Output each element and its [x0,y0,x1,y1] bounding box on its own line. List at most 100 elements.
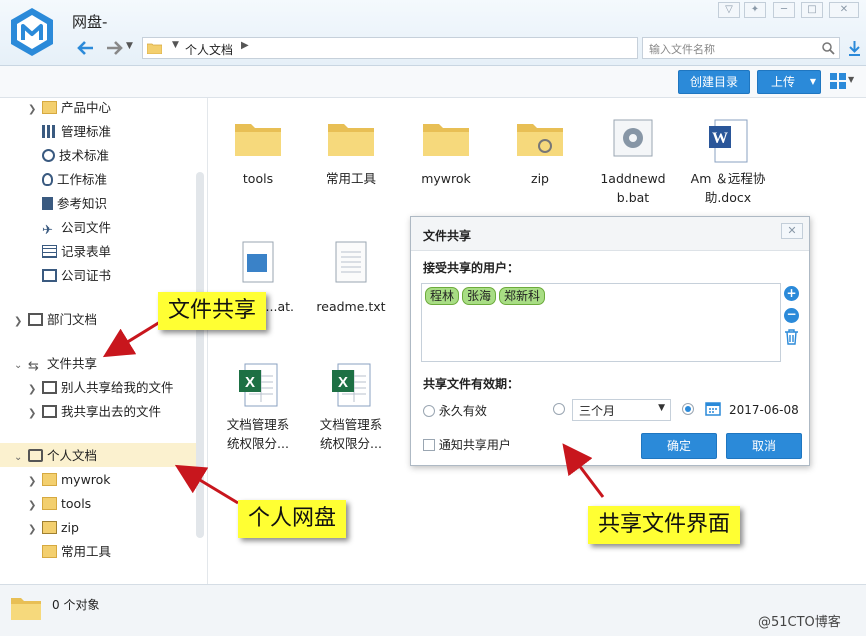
file-item-bat[interactable]: 1addnewdb.bat [587,118,679,207]
search-input[interactable]: 输入文件名称 [642,37,840,59]
expand-arrow-icon[interactable]: ❯ [28,495,42,517]
history-dropdown-icon[interactable]: ▼ [126,41,133,51]
sidebar-item-product-center[interactable]: ❯ 产品中心 [28,97,111,119]
sidebar-item-record-forms[interactable]: 记录表单 [42,241,111,263]
expand-arrow-icon[interactable]: ❯ [28,403,42,425]
share-icon: ⇆ [28,359,39,374]
users-box[interactable]: 程林 张海 郑新科 [421,283,781,362]
sidebar-item-label: 别人共享给我的文件 [61,380,174,395]
app-title: 网盘- [72,13,108,31]
sidebar-item-zip[interactable]: ❯ zip [28,517,79,539]
sidebar-item-shared-by-me[interactable]: ❯ 我共享出去的文件 [28,401,161,423]
add-user-icon[interactable]: + [784,286,799,301]
sidebar-item-label: mywrok [61,472,111,487]
svg-text:X: X [245,374,255,391]
collapse-arrow-icon[interactable]: ⌄ [14,447,28,469]
upload-label: 上传 [771,75,796,89]
sidebar-item-tools[interactable]: ❯ tools [28,493,91,515]
sidebar-item-technical-standard[interactable]: 技术标准 [42,145,109,167]
file-item-xlsx-2[interactable]: X 文档管理系统权限分... [305,362,397,453]
period-select[interactable]: 三个月 ▼ [572,399,671,421]
svg-text:W: W [712,130,728,147]
sidebar-item-label: 技术标准 [59,148,110,163]
sidebar-item-company-files[interactable]: ✈ 公司文件 [42,217,111,239]
dialog-title: 文件共享 [423,229,472,243]
file-item-zip[interactable]: zip [494,118,586,188]
maximize-button[interactable]: □ [801,2,823,18]
file-item-tools[interactable]: tools [212,118,304,188]
back-arrow-icon[interactable] [76,40,94,56]
sidebar-item-label: zip [61,520,79,535]
calendar-icon[interactable] [705,400,721,416]
upload-dropdown-icon[interactable]: ▼ [810,71,816,93]
dialog-close-icon[interactable]: ✕ [781,223,803,239]
notify-checkbox[interactable]: 通知共享用户 [423,436,511,453]
radio-date[interactable] [682,403,694,415]
user-tag[interactable]: 张海 [462,287,497,305]
book-icon [42,197,53,210]
file-item-docx[interactable]: W Am ＆远程协助.docx [680,118,776,207]
theme-button[interactable]: ✦ [744,2,766,18]
user-tag[interactable]: 程林 [425,287,460,305]
callout-file-share: 文件共享 [158,292,267,330]
object-count: 0 个对象 [52,598,100,612]
department-icon [28,313,43,326]
sidebar-item-common-tools[interactable]: 常用工具 [42,541,111,563]
share-out-icon [42,405,57,418]
file-item-readme[interactable]: readme.txt [305,240,397,316]
remove-user-icon[interactable]: − [784,308,799,323]
view-dropdown-icon[interactable]: ▼ [848,75,854,84]
sidebar-item-reference[interactable]: 参考知识 [42,193,107,215]
upload-button[interactable]: 上传 ▼ [757,70,821,94]
sidebar-item-department-docs[interactable]: ❯ 部门文档 [14,309,97,331]
file-item-common-tools[interactable]: 常用工具 [305,118,397,188]
download-icon[interactable] [848,40,861,56]
option-forever[interactable]: 永久有效 [423,402,487,419]
search-icon[interactable] [822,42,835,55]
cancel-button[interactable]: 取消 [726,433,802,459]
sidebar-item-work-standard[interactable]: 工作标准 [42,169,107,191]
radio-forever[interactable] [423,405,435,417]
app-logo-icon [11,8,53,56]
file-item-mywrok[interactable]: mywrok [400,118,492,188]
address-bar[interactable]: ▼ 个人文档 ▶ [142,37,638,59]
file-item-xlsx-1[interactable]: X 文档管理系统权限分... [212,362,304,453]
excel-file-icon: X [239,363,278,407]
expand-arrow-icon[interactable]: ❯ [28,379,42,401]
title-bar: 网盘- ▽ ✦ ─ □ ✕ ▼ ▼ 个人文档 ▶ 输入文件名称 [0,0,866,66]
expiry-date[interactable]: 2017-06-08 [729,403,799,417]
trash-icon[interactable] [784,329,799,345]
table-icon [42,245,57,258]
address-dropdown-icon[interactable]: ▼ [172,40,179,50]
sidebar-scrollbar[interactable] [196,172,204,538]
expand-arrow-icon[interactable]: ❯ [28,519,42,541]
sidebar-item-mywrok[interactable]: ❯ mywrok [28,469,111,491]
breadcrumb-personal[interactable]: 个人文档 [185,41,233,58]
minimize-button[interactable]: ─ [773,2,795,18]
sidebar-item-management-standard[interactable]: 管理标准 [42,121,111,143]
sidebar-item-certificates[interactable]: 公司证书 [42,265,111,287]
checkbox-icon[interactable] [423,439,435,451]
sidebar-item-file-share[interactable]: ⌄ ⇆ 文件共享 [14,353,97,375]
radio-period[interactable] [553,403,565,415]
confirm-button[interactable]: 确定 [641,433,717,459]
option-forever-label: 永久有效 [438,404,487,418]
sidebar-item-label: 部门文档 [47,312,98,327]
sidebar-item-personal-docs[interactable]: ⌄ 个人文档 [14,445,97,467]
breadcrumb-chevron-icon[interactable]: ▶ [241,40,249,51]
forward-arrow-icon[interactable] [106,40,124,56]
skin-button[interactable]: ▽ [718,2,740,18]
expand-arrow-icon[interactable]: ❯ [28,99,42,121]
zip-folder-icon [42,521,57,534]
grid-view-icon[interactable] [830,73,846,89]
folder-icon [42,101,57,114]
expand-arrow-icon[interactable]: ❯ [14,311,28,333]
create-dir-button[interactable]: 创建目录 [678,70,750,94]
sidebar-item-shared-to-me[interactable]: ❯ 别人共享给我的文件 [28,377,174,399]
expand-arrow-icon[interactable]: ❯ [28,471,42,493]
collapse-arrow-icon[interactable]: ⌄ [14,355,28,377]
close-button[interactable]: ✕ [829,2,859,18]
user-tag[interactable]: 郑新科 [499,287,546,305]
users-label: 接受共享的用户： [423,261,520,275]
svg-text:X: X [338,374,348,391]
